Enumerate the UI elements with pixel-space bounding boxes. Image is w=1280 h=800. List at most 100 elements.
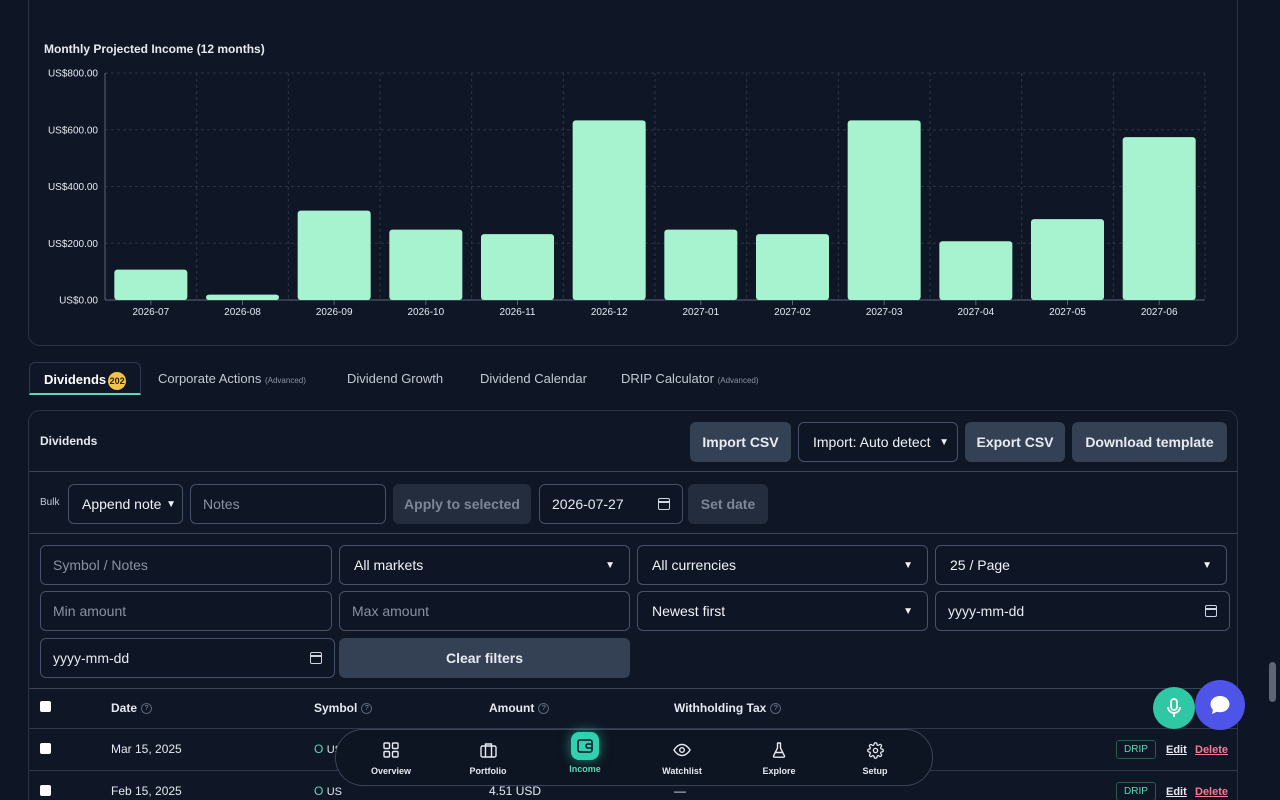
page-scrollbar[interactable] [1269,662,1276,702]
tab-label: Dividend Calendar [480,371,587,386]
max-amount-input[interactable]: Max amount [339,591,630,631]
calendar-icon[interactable] [658,498,670,510]
bar-2026-08[interactable] [206,294,279,300]
nav-income[interactable]: Income [550,732,620,774]
nav-overview[interactable]: Overview [356,740,426,776]
nav-label: Portfolio [469,766,507,776]
symbol-notes-filter[interactable]: Symbol / Notes [40,545,332,585]
markets-select[interactable]: All markets ▼ [339,545,630,585]
column-header-amount[interactable]: Amount? [489,701,550,715]
currencies-select[interactable]: All currencies ▼ [637,545,928,585]
nav-portfolio[interactable]: Portfolio [453,740,523,776]
tab-dividend-growth[interactable]: Dividend Growth [333,362,457,395]
header-label: Symbol [314,701,358,715]
x-tick-label: 2027-05 [1049,307,1086,318]
help-icon[interactable]: ? [361,703,373,715]
date-placeholder: yyyy-mm-dd [948,603,1025,619]
chevron-down-icon: ▼ [903,559,913,571]
apply-to-selected-button[interactable]: Apply to selected [393,484,531,524]
dividends-count-badge: 202 [108,371,127,390]
bar-2026-10[interactable] [389,229,463,300]
bar-2026-07[interactable] [114,269,188,300]
export-csv-button[interactable]: Export CSV [965,422,1065,462]
help-icon[interactable]: ? [770,703,782,715]
download-template-button[interactable]: Download template [1072,422,1227,462]
min-amount-input[interactable]: Min amount [40,591,332,631]
y-tick-label: US$800.00 [48,69,98,80]
import-csv-button[interactable]: Import CSV [690,422,791,462]
bar-2027-02[interactable] [756,234,829,300]
income-bar-chart: US$0.00 US$200.00 US$400.00 US$600.00 US$800… [48,69,1206,318]
date-value: 2026-07-27 [552,496,624,512]
edit-link[interactable]: Edit [1166,744,1187,756]
edit-link[interactable]: Edit [1166,786,1187,798]
row-checkbox[interactable] [40,785,51,796]
flask-icon [744,740,814,760]
select-value: All markets [354,557,424,573]
delete-link[interactable]: Delete [1195,744,1228,756]
market-label: US [326,786,342,798]
symbol-link[interactable]: O [314,742,323,756]
page-size-select[interactable]: 25 / Page ▼ [935,545,1227,585]
date-from-input[interactable]: yyyy-mm-dd [935,591,1230,631]
nav-label: Explore [762,766,796,776]
nav-explore[interactable]: Explore [744,740,814,776]
nav-setup[interactable]: Setup [840,740,910,776]
bar-2026-09[interactable] [297,210,371,300]
chat-assistant-button[interactable] [1195,680,1245,730]
tab-dividends[interactable]: Dividends 202 [29,362,142,395]
x-tick-label: 2026-09 [316,307,353,318]
drip-badge: DRIP [1116,782,1156,800]
symbol-link[interactable]: O [314,784,323,798]
tab-drip-calculator[interactable]: DRIP Calculator (Advanced) [607,362,773,395]
bar-2027-04[interactable] [939,241,1013,300]
nav-label: Income [569,764,601,774]
y-tick-label: US$0.00 [59,296,98,307]
select-value: Append note [82,496,162,512]
row-tax: — [674,784,686,798]
x-tick-label: 2026-12 [591,307,628,318]
clear-filters-button[interactable]: Clear filters [339,638,630,678]
row-date: Feb 15, 2025 [111,784,182,798]
chevron-down-icon: ▼ [903,605,913,617]
bar-2027-03[interactable] [847,120,921,300]
calendar-icon[interactable] [1205,605,1217,617]
help-icon[interactable]: ? [538,703,550,715]
bulk-date-input[interactable]: 2026-07-27 [539,484,683,524]
chevron-down-icon: ▼ [1202,559,1212,571]
drip-badge: DRIP [1116,740,1156,759]
bar-2027-05[interactable] [1031,219,1104,300]
bar-2026-11[interactable] [481,234,554,300]
nav-label: Setup [862,766,888,776]
x-tick-label: 2026-10 [407,307,444,318]
calendar-icon[interactable] [310,652,322,664]
y-tick-label: US$200.00 [48,239,98,250]
bulk-notes-input[interactable]: Notes [190,484,386,524]
sort-select[interactable]: Newest first ▼ [637,591,928,631]
advanced-tag: (Advanced) [264,376,306,385]
import-mode-select[interactable]: Import: Auto detect ▼ [798,422,958,462]
header-label: Withholding Tax [674,701,767,715]
x-tick-label: 2027-02 [774,307,811,318]
bulk-action-select[interactable]: Append note ▼ [68,484,183,524]
column-header-symbol[interactable]: Symbol? [314,701,373,715]
row-checkbox[interactable] [40,743,51,754]
row-amount: 4.51 USD [489,784,542,798]
nav-watchlist[interactable]: Watchlist [647,740,717,776]
column-header-date[interactable]: Date? [111,701,153,715]
delete-link[interactable]: Delete [1195,786,1228,798]
column-header-withholding-tax[interactable]: Withholding Tax? [674,701,782,715]
set-date-button[interactable]: Set date [688,484,768,524]
bar-2026-12[interactable] [572,120,646,300]
help-icon[interactable]: ? [141,703,153,715]
select-all-checkbox[interactable] [40,701,51,712]
bar-2027-01[interactable] [664,229,738,300]
row-date: Mar 15, 2025 [111,742,182,756]
tab-corporate-actions[interactable]: Corporate Actions (Advanced) [144,362,320,395]
row-symbol[interactable]: O US [314,784,342,798]
bar-2027-06[interactable] [1122,137,1196,300]
voice-input-button[interactable] [1153,687,1195,729]
tab-dividend-calendar[interactable]: Dividend Calendar [466,362,601,395]
tab-label: Corporate Actions [158,371,262,386]
date-to-input[interactable]: yyyy-mm-dd [40,638,335,678]
